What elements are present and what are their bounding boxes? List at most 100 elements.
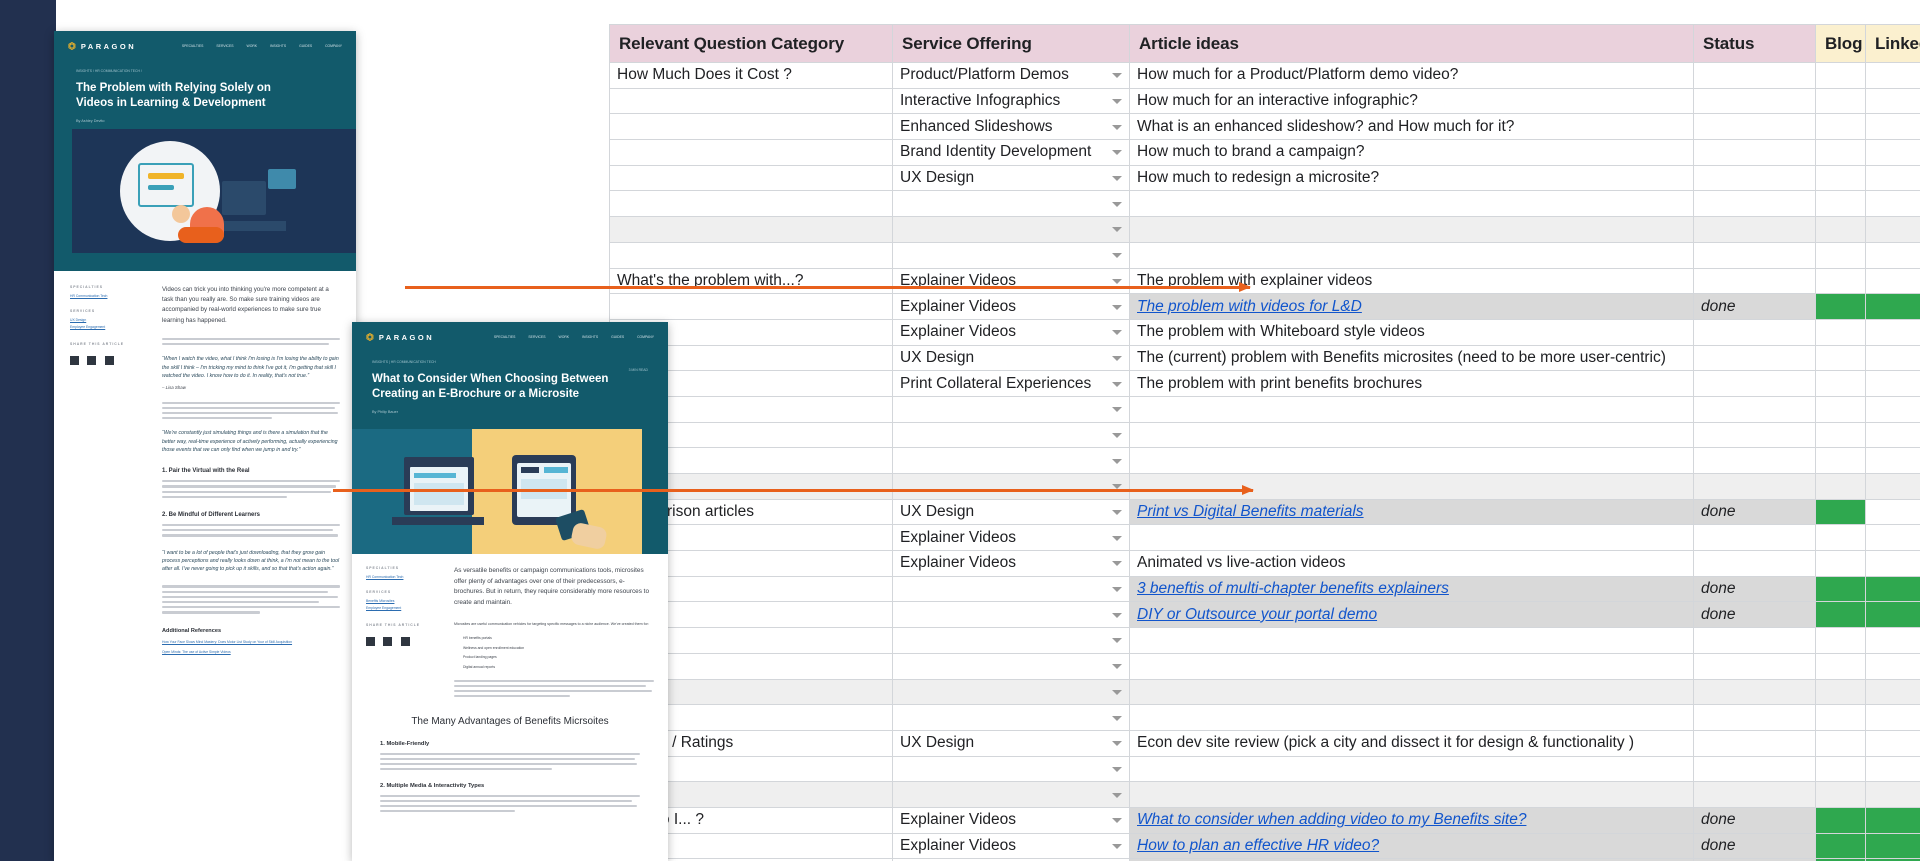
card2-sidebar[interactable]: SPECIALTIES HR Communication Tech SERVIC… [366, 566, 440, 700]
table-row[interactable]: Enhanced Slideshows What is an enhanced s… [609, 113, 1920, 141]
cell-service-offering[interactable]: UX Design [892, 344, 1130, 372]
cell-service-offering[interactable]: Product/Platform Demos [892, 62, 1130, 89]
cell-linkedin[interactable] [1865, 524, 1920, 552]
cell-service-offering[interactable]: UX Design [892, 164, 1130, 192]
article-idea-link[interactable]: How to plan an effective HR video? [1137, 837, 1379, 854]
cell-article-idea[interactable]: How much to brand a campaign? [1129, 139, 1694, 166]
card2-navbar[interactable]: ⏣ PARAGON SPECIALTIES SERVICES WORK INSIGHT… [352, 322, 668, 352]
table-row[interactable] [609, 755, 1920, 783]
cell-article-idea[interactable] [1129, 241, 1694, 269]
card1-reference-links[interactable]: How Your Face Slows Mind Mastery: Does M… [162, 640, 340, 654]
card2-corner-link[interactable]: 3 MIN READ [629, 368, 648, 372]
article-idea-link[interactable]: The problem with videos for L&D [1137, 298, 1362, 315]
cell-status[interactable]: done [1693, 293, 1816, 320]
table-row[interactable]: Explainer Videos How to plan an effective… [609, 832, 1920, 860]
cell-status[interactable] [1693, 190, 1816, 218]
cell-article-idea[interactable]: Econ dev site review (pick a city and di… [1129, 729, 1694, 757]
card1-breadcrumb[interactable]: INSIGHTS / HR COMMUNICATION TECH / [76, 69, 334, 73]
table-row[interactable]: Explainer Videos The problem with videos … [609, 293, 1920, 320]
sidebar-link[interactable]: Employee Engagement [366, 606, 440, 610]
cell-service-offering[interactable] [892, 421, 1130, 449]
cell-service-offering[interactable] [892, 781, 1130, 808]
cell-article-idea[interactable] [1129, 421, 1694, 449]
cell-status[interactable] [1693, 524, 1816, 552]
cell-article-idea[interactable] [1129, 678, 1694, 706]
card1-services-links[interactable]: UX Design Employee Engagement [70, 318, 148, 329]
chevron-down-icon[interactable] [1112, 638, 1122, 644]
cell-status[interactable]: done [1693, 498, 1816, 526]
cell-service-offering[interactable] [892, 473, 1130, 500]
cell-category[interactable]: What's the problem with...? [609, 267, 893, 295]
nav-link[interactable]: INSIGHTS [582, 335, 598, 339]
table-row[interactable]: Explainer Videos Animated vs live-action … [609, 550, 1920, 577]
cell-blog[interactable] [1815, 318, 1866, 346]
cell-blog[interactable] [1815, 627, 1866, 654]
cell-service-offering[interactable] [892, 216, 1130, 243]
table-row[interactable] [609, 678, 1920, 706]
cell-category[interactable] [609, 139, 893, 166]
cell-service-offering[interactable] [892, 652, 1130, 680]
table-row[interactable]: Comparison articles UX Design Print vs Dig… [609, 498, 1920, 526]
cell-service-offering[interactable]: Explainer Videos [892, 524, 1130, 552]
cell-blog[interactable] [1815, 806, 1866, 834]
cell-linkedin[interactable] [1865, 781, 1920, 808]
cell-blog[interactable] [1815, 550, 1866, 577]
cell-linkedin[interactable] [1865, 575, 1920, 603]
cell-category[interactable] [609, 293, 893, 320]
card1-logo[interactable]: ⏣ PARAGON [68, 41, 136, 52]
cell-article-idea[interactable]: How much to redesign a microsite? [1129, 164, 1694, 192]
cell-blog[interactable] [1815, 87, 1866, 115]
cell-blog[interactable] [1815, 139, 1866, 166]
nav-link[interactable]: SERVICES [528, 335, 545, 339]
cell-article-idea[interactable] [1129, 190, 1694, 218]
chevron-down-icon[interactable] [1112, 766, 1122, 772]
table-row[interactable]: How Much Does it Cost ? Product/Platform … [609, 62, 1920, 89]
chevron-down-icon[interactable] [1112, 792, 1122, 798]
cell-status[interactable] [1693, 652, 1816, 680]
chevron-down-icon[interactable] [1112, 689, 1122, 695]
cell-status[interactable] [1693, 421, 1816, 449]
cell-linkedin[interactable] [1865, 473, 1920, 500]
cell-service-offering[interactable] [892, 575, 1130, 603]
cell-article-idea[interactable]: DIY or Outsource your portal demo [1129, 601, 1694, 629]
cell-status[interactable] [1693, 704, 1816, 731]
cell-article-idea[interactable] [1129, 781, 1694, 808]
table-row[interactable]: Interactive Infographics How much for an … [609, 87, 1920, 115]
cell-blog[interactable] [1815, 678, 1866, 706]
sidebar-link[interactable]: Benefits Microsites [366, 599, 440, 603]
card2-logo[interactable]: ⏣ PARAGON [366, 332, 434, 343]
cell-blog[interactable] [1815, 755, 1866, 783]
cell-service-offering[interactable]: Interactive Infographics [892, 87, 1130, 115]
table-row[interactable] [609, 704, 1920, 731]
chevron-down-icon[interactable] [1112, 278, 1122, 284]
cell-article-idea[interactable] [1129, 755, 1694, 783]
cell-article-idea[interactable] [1129, 473, 1694, 500]
cell-article-idea[interactable] [1129, 704, 1694, 731]
cell-status[interactable] [1693, 395, 1816, 423]
cell-status[interactable] [1693, 755, 1816, 783]
cell-article-idea[interactable] [1129, 524, 1694, 552]
chevron-down-icon[interactable] [1112, 561, 1122, 567]
cell-article-idea[interactable]: How much for an interactive infographic? [1129, 87, 1694, 115]
cell-category[interactable]: How Much Does it Cost ? [609, 62, 893, 89]
cell-service-offering[interactable] [892, 447, 1130, 474]
cell-status[interactable] [1693, 550, 1816, 577]
cell-blog[interactable] [1815, 62, 1866, 89]
cell-service-offering[interactable]: Explainer Videos [892, 318, 1130, 346]
cell-category[interactable] [609, 241, 893, 269]
table-row[interactable]: Print Collateral Experiences The problem … [609, 370, 1920, 397]
cell-article-idea[interactable] [1129, 395, 1694, 423]
card2-specialties-links[interactable]: HR Communication Tech [366, 575, 440, 579]
cell-blog[interactable] [1815, 498, 1866, 526]
cell-linkedin[interactable] [1865, 395, 1920, 423]
cell-article-idea[interactable]: How much for a Product/Platform demo vid… [1129, 62, 1694, 89]
cell-article-idea[interactable]: Animated vs live-action videos [1129, 550, 1694, 577]
chevron-down-icon[interactable] [1112, 587, 1122, 593]
table-row[interactable] [609, 421, 1920, 449]
cell-status[interactable] [1693, 164, 1816, 192]
chevron-down-icon[interactable] [1112, 843, 1122, 849]
cell-service-offering[interactable] [892, 755, 1130, 783]
article-idea-link[interactable]: 3 beneftis of multi-chapter benefits exp… [1137, 580, 1449, 597]
cell-status[interactable] [1693, 473, 1816, 500]
chevron-down-icon[interactable] [1112, 304, 1122, 310]
